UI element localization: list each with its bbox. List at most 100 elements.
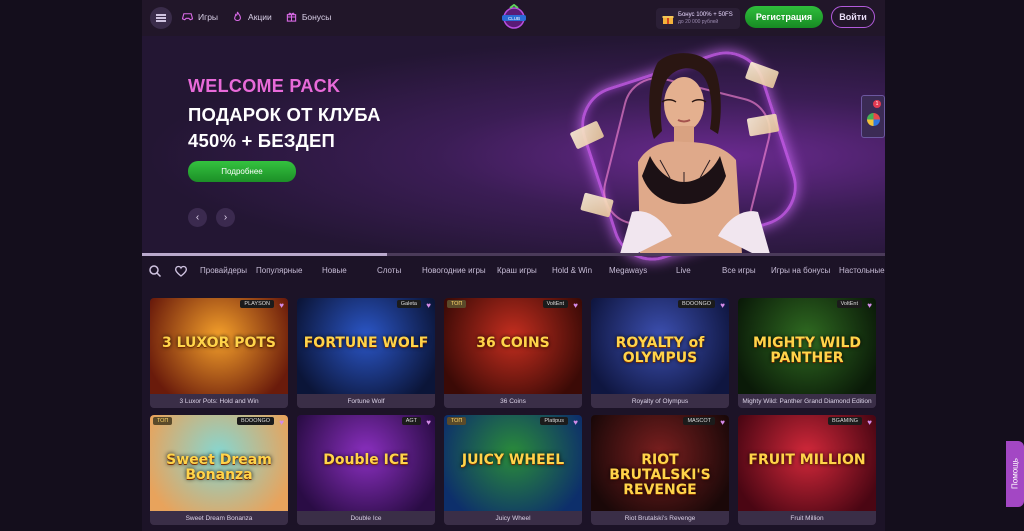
prev-slide-button[interactable]: ‹: [188, 208, 207, 227]
bonus-text: Бонус 100% + 50FS до 20 000 рублей: [678, 12, 733, 25]
tab-slots[interactable]: Слоты: [377, 266, 401, 275]
game-card[interactable]: 3 LUXOR POTS PLAYSON ♥ 3 Luxor Pots: Hold a…: [150, 298, 288, 408]
game-card[interactable]: FRUIT MILLION BGAMING ♥ Fruit Million: [738, 415, 876, 525]
favorite-heart-icon[interactable]: ♥: [867, 418, 872, 427]
favorite-heart-icon[interactable]: ♥: [720, 301, 725, 310]
top-badge: ТОП: [447, 300, 467, 308]
favorite-heart-icon[interactable]: ♥: [279, 418, 284, 427]
game-card[interactable]: 36 COINS VoltEnt ТОП ♥ 36 Coins: [444, 298, 582, 408]
game-title: Fortune Wolf: [297, 394, 435, 408]
login-button[interactable]: Войти: [831, 6, 875, 28]
game-card[interactable]: ROYALTY of OLYMPUS BOOONGO ♥ Royalty of Oly…: [591, 298, 729, 408]
category-tabs: Провайдеры Популярные Новые Слоты Нового…: [142, 260, 885, 282]
nav-item-promotions[interactable]: Акции: [232, 11, 272, 22]
provider-badge: PLAYSON: [240, 300, 274, 308]
game-art-title: Double ICE: [323, 452, 409, 468]
casino-page: Игры Акции Бонусы CLUB Бонус 100% + 50FS…: [142, 0, 885, 531]
provider-badge: BOOONGO: [677, 300, 715, 308]
top-header: Игры Акции Бонусы CLUB Бонус 100% + 50FS…: [142, 0, 885, 36]
tab-megaways[interactable]: Megaways: [609, 266, 647, 275]
favorites-heart-icon[interactable]: [174, 264, 188, 278]
top-badge: ТОП: [153, 417, 173, 425]
top-badge: ТОП: [447, 417, 467, 425]
gamepad-icon: [182, 13, 193, 21]
tab-popular[interactable]: Популярные: [256, 266, 302, 275]
favorite-heart-icon[interactable]: ♥: [279, 301, 284, 310]
provider-badge: Galeta: [396, 300, 421, 308]
tab-table-games[interactable]: Настольные: [839, 266, 885, 275]
game-card[interactable]: MIGHTY WILD PANTHER VoltEnt ♥ Mighty Wild: …: [738, 298, 876, 408]
help-button[interactable]: Помощь: [1006, 441, 1024, 507]
search-icon[interactable]: [148, 264, 162, 278]
favorite-heart-icon[interactable]: ♥: [426, 301, 431, 310]
favorite-heart-icon[interactable]: ♥: [573, 301, 578, 310]
tab-all-games[interactable]: Все игры: [722, 266, 756, 275]
slider-progress-fill: [142, 253, 388, 256]
hamburger-icon: [156, 17, 166, 19]
game-card[interactable]: Double ICE AGT ♥ Double Ice: [297, 415, 435, 525]
game-card[interactable]: FORTUNE WOLF Galeta ♥ Fortune Wolf: [297, 298, 435, 408]
game-art-title: MIGHTY WILD PANTHER: [752, 335, 862, 366]
game-title: Royalty of Olympus: [591, 394, 729, 408]
game-art-title: RIOT BRUTALSKI'S REVENGE: [609, 452, 711, 498]
game-art-title: JUICY WHEEL: [461, 452, 565, 468]
game-card[interactable]: RIOT BRUTALSKI'S REVENGE MASCOT ♥ Riot Brut…: [591, 415, 729, 525]
bonus-title: Бонус 100% + 50FS: [678, 12, 733, 18]
game-art-title: 3 LUXOR POTS: [161, 335, 277, 351]
favorite-heart-icon[interactable]: ♥: [573, 418, 578, 427]
tab-new[interactable]: Новые: [322, 266, 347, 275]
tab-bonus-games[interactable]: Игры на бонусы: [771, 266, 830, 275]
wheel-widget[interactable]: 1: [861, 95, 885, 138]
game-title: Fruit Million: [738, 511, 876, 525]
right-backdrop: [885, 0, 1024, 531]
brand-logo-icon[interactable]: CLUB: [500, 4, 528, 30]
nav-label: Игры: [198, 11, 219, 22]
left-backdrop: [0, 0, 142, 531]
nav-item-games[interactable]: Игры: [182, 11, 218, 22]
favorite-heart-icon[interactable]: ♥: [867, 301, 872, 310]
tab-new-year[interactable]: Новогодние игры: [422, 266, 486, 275]
game-card[interactable]: JUICY WHEEL Platipus ТОП ♥ Juicy Wheel: [444, 415, 582, 525]
game-title: Mighty Wild: Panther Grand Diamond Editi…: [738, 394, 876, 408]
game-card[interactable]: Sweet Dream Bonanza BOOONGO ТОП ♥ Sweet Drea…: [150, 415, 288, 525]
favorite-heart-icon[interactable]: ♥: [426, 418, 431, 427]
svg-text:CLUB: CLUB: [508, 16, 520, 21]
more-button[interactable]: Подробнее: [188, 161, 296, 182]
hero-banner[interactable]: WELCOME PACK ПОДАРОК ОТ КЛУБА 450% + БЕЗ…: [142, 36, 885, 271]
game-art-title: FRUIT MILLION: [748, 452, 866, 468]
tab-live[interactable]: Live: [676, 266, 691, 275]
bonus-banner[interactable]: Бонус 100% + 50FS до 20 000 рублей: [656, 8, 740, 29]
game-art-title: FORTUNE WOLF: [303, 335, 429, 351]
game-art-title: Sweet Dream Bonanza: [166, 452, 272, 483]
game-title: 36 Coins: [444, 394, 582, 408]
provider-badge: VoltEnt: [836, 300, 862, 308]
game-art-title: 36 COINS: [476, 335, 550, 351]
provider-badge: VoltEnt: [542, 300, 568, 308]
provider-badge: AGT: [401, 417, 421, 425]
game-title: Riot Brutalski's Revenge: [591, 511, 729, 525]
menu-button[interactable]: [150, 7, 172, 29]
tab-hold-win[interactable]: Hold & Win: [552, 266, 592, 275]
flame-icon: [234, 11, 242, 22]
hero-title: ПОДАРОК ОТ КЛУБА 450% + БЕЗДЕП: [188, 102, 381, 154]
tab-providers[interactable]: Провайдеры: [200, 266, 247, 275]
game-title: Double Ice: [297, 511, 435, 525]
game-title: Sweet Dream Bonanza: [150, 511, 288, 525]
favorite-heart-icon[interactable]: ♥: [720, 418, 725, 427]
hero-title-line: 450% + БЕЗДЕП: [188, 130, 336, 151]
hero-kicker: WELCOME PACK: [188, 76, 341, 96]
gift-box-icon: [662, 15, 674, 24]
register-button[interactable]: Регистрация: [745, 6, 823, 28]
game-art-title: ROYALTY of OLYMPUS: [615, 335, 705, 366]
next-slide-button[interactable]: ›: [216, 208, 235, 227]
nav-label: Акции: [248, 11, 272, 22]
game-title: 3 Luxor Pots: Hold and Win: [150, 394, 288, 408]
bonus-subtitle: до 20 000 рублей: [678, 19, 719, 25]
gift-icon: [286, 12, 296, 22]
tab-crash[interactable]: Краш игры: [497, 266, 537, 275]
notification-badge: 1: [873, 100, 881, 108]
nav-item-bonuses[interactable]: Бонусы: [286, 11, 331, 22]
wheel-icon: [867, 113, 880, 126]
provider-badge: MASCOT: [683, 417, 715, 425]
provider-badge: Platipus: [540, 417, 568, 425]
